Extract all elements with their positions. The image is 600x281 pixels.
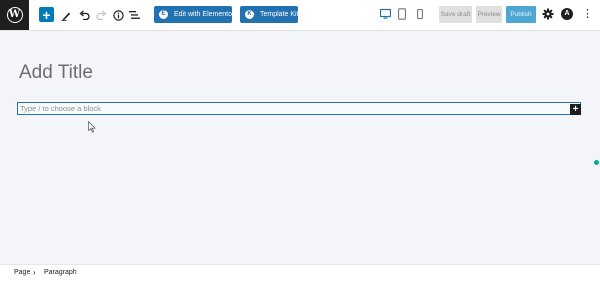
edit-with-elementor-button[interactable]: E Edit with Elementor <box>154 6 235 23</box>
resize-handle[interactable] <box>594 160 599 165</box>
edit-with-elementor-label: Edit with Elementor <box>174 11 235 18</box>
wordpress-logo-button[interactable]: W <box>0 0 29 30</box>
list-view-icon <box>128 11 140 19</box>
publish-button[interactable]: Publish <box>506 6 536 23</box>
template-kits-icon: K <box>245 10 254 19</box>
redo-icon <box>95 10 107 20</box>
astra-icon[interactable]: A <box>561 8 573 20</box>
block-breadcrumb: Page › Paragraph <box>0 264 600 281</box>
block-placeholder: Type / to choose a block <box>20 104 101 113</box>
elementor-icon: E <box>159 10 168 19</box>
preview-button[interactable]: Preview <box>476 6 502 23</box>
breadcrumb-item-page[interactable]: Page <box>14 269 30 276</box>
undo-button[interactable] <box>77 7 91 23</box>
tools-button[interactable] <box>59 7 73 23</box>
details-button[interactable] <box>111 7 125 23</box>
info-icon <box>112 9 124 21</box>
editor-canvas: Add Title Type / to choose a block + <box>0 31 600 264</box>
tablet-icon[interactable] <box>398 8 406 20</box>
more-vertical-icon[interactable]: ⋮ <box>582 6 593 22</box>
breadcrumb-separator: › <box>33 268 36 277</box>
add-block-button[interactable]: + <box>39 7 54 22</box>
editor-toolbar: W + E Edit with Elementor K Template Kit… <box>0 0 600 31</box>
undo-icon <box>78 10 90 20</box>
mobile-icon[interactable] <box>417 8 423 20</box>
wordpress-icon: W <box>6 7 23 23</box>
template-kits-label: Template Kits <box>260 11 303 18</box>
post-title-input[interactable]: Add Title <box>19 62 93 84</box>
list-view-button[interactable] <box>127 7 141 23</box>
desktop-icon[interactable] <box>380 8 391 20</box>
template-kits-button[interactable]: K Template Kits <box>240 6 302 23</box>
save-draft-button[interactable]: Save draft <box>439 6 472 23</box>
redo-button[interactable] <box>94 7 108 23</box>
pencil-icon <box>61 12 71 21</box>
mouse-cursor-icon <box>88 121 96 133</box>
gear-icon[interactable] <box>542 8 554 20</box>
block-inserter-button[interactable]: + <box>570 104 581 115</box>
breadcrumb-item-paragraph[interactable]: Paragraph <box>44 269 77 276</box>
plus-icon: + <box>572 104 579 115</box>
plus-icon: + <box>42 6 51 23</box>
paragraph-block[interactable]: Type / to choose a block <box>17 102 581 115</box>
